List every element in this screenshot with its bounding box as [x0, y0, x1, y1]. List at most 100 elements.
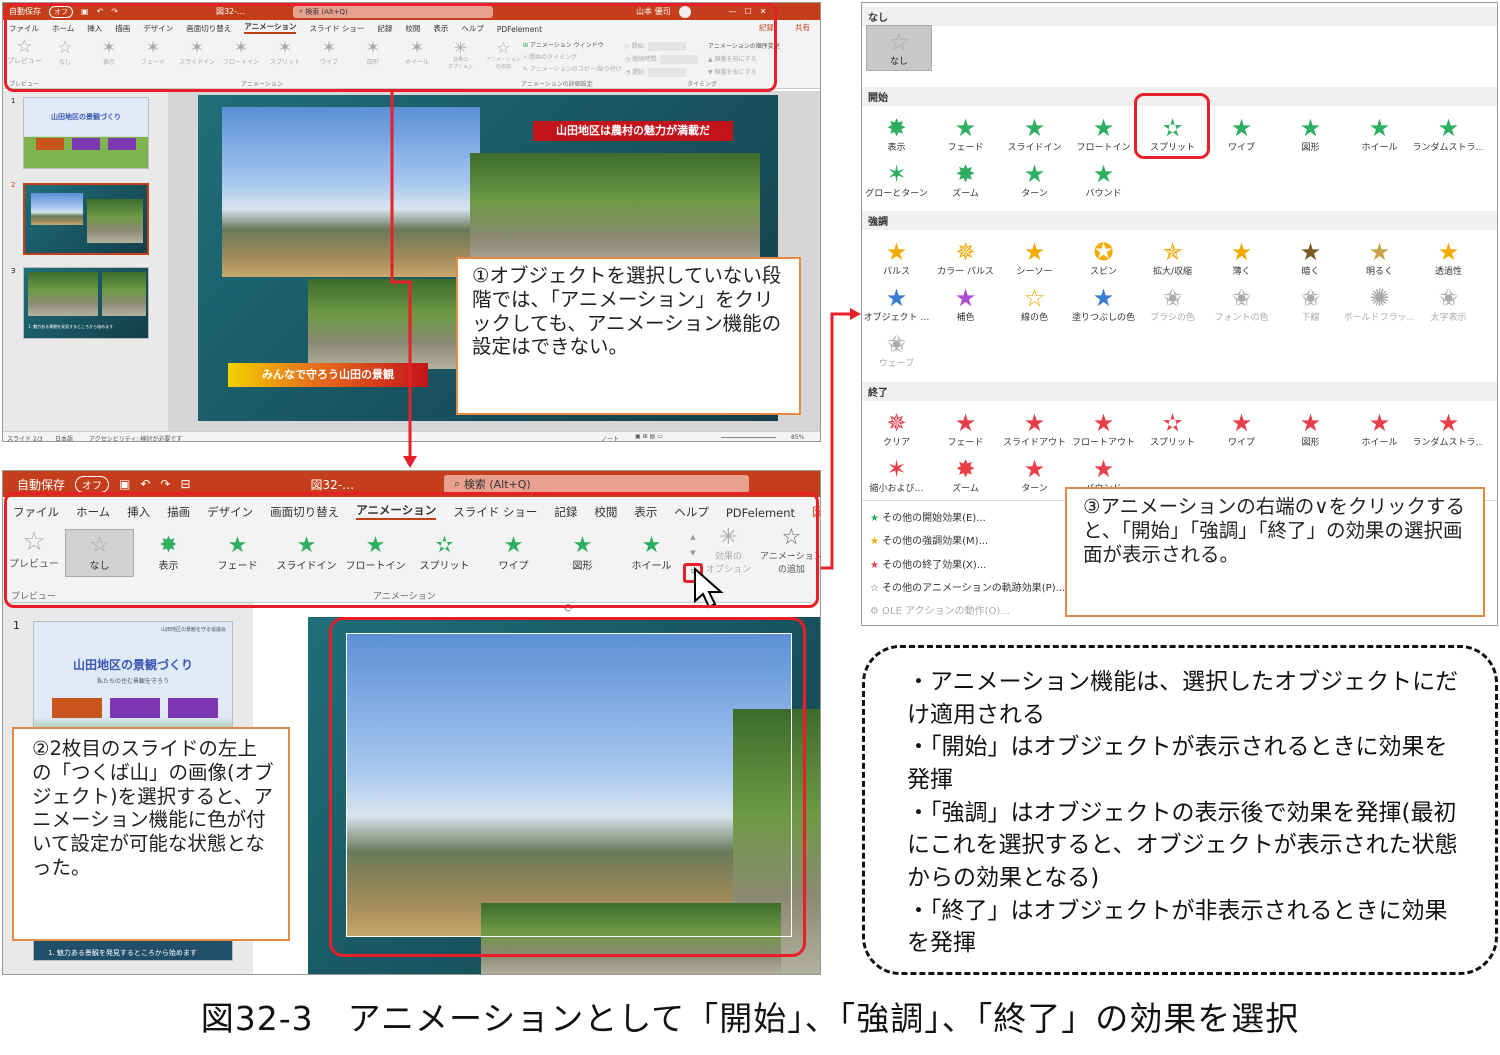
gallery-emphasis-underline[interactable]: ✬ 下線: [1276, 281, 1345, 327]
gallery-exit-random-bars[interactable]: ★ ランダムストラ…: [1414, 406, 1483, 452]
banner-title[interactable]: 山田地区は農村の魅力が満載だ: [533, 121, 733, 141]
star-icon: ✶: [886, 159, 907, 188]
people-photo[interactable]: [308, 279, 458, 369]
star-icon: ★: [1230, 237, 1253, 266]
gallery-start-appear[interactable]: ✸ 表示: [862, 111, 931, 157]
menu-more-exit-effects[interactable]: ★ その他の終了効果(X)...: [870, 556, 986, 571]
gallery-emphasis-transparency[interactable]: ★ 透過性: [1414, 235, 1483, 281]
gallery-emphasis-object-color[interactable]: ★ オブジェクト …: [862, 281, 931, 327]
gallery-emphasis-darken[interactable]: ★ 暗く: [1276, 235, 1345, 281]
gallery-item-label: なし: [889, 56, 908, 67]
star-icon: ★: [1437, 113, 1460, 142]
section-none-header: なし: [862, 7, 1497, 26]
gallery-item-label: ワイプ: [1227, 142, 1255, 153]
gallery-item-label: 表示: [887, 142, 906, 153]
slide-thumbnail-1[interactable]: 山田地区の景観づくり: [23, 97, 149, 169]
thumb-text: 1. 魅力ある景観を発見するところから始めます: [48, 949, 197, 957]
notes-button[interactable]: ノート: [601, 434, 619, 441]
star-icon: ★: [954, 283, 977, 312]
banner-bottom[interactable]: みんなで守ろう山田の景観: [228, 363, 428, 387]
menu-more-emphasis-effects[interactable]: ★ その他の強調効果(M)...: [870, 532, 988, 547]
present-icon[interactable]: ⊟: [180, 477, 190, 491]
gallery-exit-shape[interactable]: ★ 図形: [1276, 406, 1345, 452]
gallery-exit-disappear[interactable]: ✵ クリア: [862, 406, 931, 452]
zoom-level[interactable]: 85%: [791, 434, 804, 441]
gallery-emphasis-brush-color[interactable]: ✬ ブラシの色: [1138, 281, 1207, 327]
slide-thumbnail-3[interactable]: 1. 魅力ある景観を発見するところから始めます: [23, 267, 149, 339]
gallery-item-label: 下線: [1301, 312, 1320, 323]
gallery-emphasis-spin[interactable]: ✪ スピン: [1069, 235, 1138, 281]
gallery-item-label: ウェーブ: [878, 358, 915, 369]
star-icon: ★: [1092, 454, 1115, 483]
redo-icon[interactable]: ↷: [160, 477, 170, 491]
gallery-start-swivel[interactable]: ★ ターン: [1000, 157, 1069, 203]
gallery-emphasis-font-color[interactable]: ✬ フォントの色: [1207, 281, 1276, 327]
gallery-emphasis-color-pulse[interactable]: ✵ カラー パルス: [931, 235, 1000, 281]
gallery-start-fade[interactable]: ★ フェード: [931, 111, 1000, 157]
gallery-emphasis-wave[interactable]: ✬ ウェーブ: [862, 327, 931, 373]
gallery-exit-fade[interactable]: ★ フェード: [931, 406, 1000, 452]
forest-road-photo[interactable]: [470, 153, 760, 273]
gallery-exit-fly-out[interactable]: ★ スライドアウト: [1000, 406, 1069, 452]
gallery-start-bounce[interactable]: ★ バウンド: [1069, 157, 1138, 203]
status-language[interactable]: 日本語: [55, 434, 73, 441]
slide-thumbnail-2[interactable]: [23, 183, 149, 255]
undo-icon[interactable]: ↶: [140, 477, 150, 491]
gallery-emphasis-grow-shrink[interactable]: ✯ 拡大/収縮: [1138, 235, 1207, 281]
gallery-exit-swivel[interactable]: ★ ターン: [1000, 452, 1069, 498]
gallery-emphasis-bold-reveal[interactable]: ✬ 太字表示: [1414, 281, 1483, 327]
star-icon: ☆: [1023, 283, 1046, 312]
menu-ole-action[interactable]: ⚙ OLE アクションの動作(O)...: [870, 602, 1010, 617]
gallery-start-fly-in[interactable]: ★ スライドイン: [1000, 111, 1069, 157]
star-icon: ✵: [886, 408, 907, 437]
gallery-emphasis-fill-color[interactable]: ★ 塗りつぶしの色: [1069, 281, 1138, 327]
autosave-toggle[interactable]: オフ: [75, 475, 110, 493]
gallery-emphasis-lighten[interactable]: ★ 明るく: [1345, 235, 1414, 281]
gallery-start-grow-turn[interactable]: ✶ グローとターン: [862, 157, 931, 203]
gallery-start-float-in[interactable]: ★ フロートイン: [1069, 111, 1138, 157]
mountain-photo[interactable]: [222, 107, 480, 277]
summary-box: ・アニメーション機能は、選択したオブジェクトにだけ適用される ・「開始」はオブジ…: [862, 645, 1498, 975]
gallery-exit-float-out[interactable]: ★ フロートアウト: [1069, 406, 1138, 452]
gallery-item-label: スライドイン: [1007, 142, 1062, 153]
gallery-emphasis-desaturate[interactable]: ★ 薄く: [1207, 235, 1276, 281]
gallery-exit-zoom[interactable]: ✸ ズーム: [931, 452, 1000, 498]
gallery-item-label: 縮小および…: [869, 483, 924, 494]
menu-more-start-effects[interactable]: ★ その他の開始効果(E)...: [870, 509, 986, 524]
thumb-photo: [28, 272, 98, 316]
gallery-emphasis-bold-flash[interactable]: ✺ ボールドフラッ…: [1345, 281, 1414, 327]
gallery-item-label: ズーム: [952, 483, 979, 494]
gallery-emphasis-teeter[interactable]: ★ シーソー: [1000, 235, 1069, 281]
gallery-start-random-bars[interactable]: ★ ランダムストラ…: [1414, 111, 1483, 157]
star-icon: ✫: [1162, 408, 1183, 437]
menu-more-motion-paths[interactable]: ☆ その他のアニメーションの軌跡効果(P)...: [870, 579, 1065, 594]
gallery-start-zoom[interactable]: ✸ ズーム: [931, 157, 1000, 203]
gallery-emphasis-pulse[interactable]: ★ パルス: [862, 235, 931, 281]
view-buttons[interactable]: ▣ ⊞ ▤ ▭: [635, 433, 663, 440]
star-icon: ★: [1023, 159, 1046, 188]
gallery-exit-shrink-turn[interactable]: ✶ 縮小および…: [862, 452, 931, 498]
gallery-exit-split[interactable]: ✫ スプリット: [1138, 406, 1207, 452]
gallery-item-label: カラー パルス: [937, 266, 994, 277]
emphasis-effects-grid: ★ パルス ✵ カラー パルス ★ シーソー ✪ スピン ✯ 拡大/収縮 ★ 薄く ★ 暗く …: [862, 235, 1483, 373]
gallery-exit-wipe[interactable]: ★ ワイプ: [1207, 406, 1276, 452]
share-button[interactable]: 共有: [795, 22, 810, 33]
status-accessibility[interactable]: アクセシビリティ: 検討が必要です: [89, 434, 182, 441]
thumb-box: [52, 698, 102, 718]
gallery-start-wipe[interactable]: ★ ワイプ: [1207, 111, 1276, 157]
summary-bullet: ・「終了」はオブジェクトが非表示されるときに効果を発揮: [907, 897, 1448, 957]
doc-name[interactable]: 図32-…: [311, 476, 355, 493]
menu-label: OLE アクションの動作(O)...: [882, 606, 1010, 617]
gallery-start-wheel[interactable]: ★ ホイール: [1345, 111, 1414, 157]
gallery-exit-wheel[interactable]: ★ ホイール: [1345, 406, 1414, 452]
gallery-item-none[interactable]: ☆ なし: [866, 25, 932, 71]
save-icon[interactable]: ▣: [119, 477, 130, 491]
search-box[interactable]: ⌕ 検索 (Alt+Q): [444, 475, 750, 493]
gallery-emphasis-complementary[interactable]: ★ 補色: [931, 281, 1000, 327]
star-icon: ★: [870, 513, 879, 524]
gallery-start-shape[interactable]: ★ 図形: [1276, 111, 1345, 157]
thumb-title: 山田地区の景観づくり: [51, 113, 121, 121]
gallery-emphasis-line-color[interactable]: ☆ 線の色: [1000, 281, 1069, 327]
zoom-slider[interactable]: [721, 437, 776, 438]
search-placeholder: 検索 (Alt+Q): [463, 478, 531, 491]
